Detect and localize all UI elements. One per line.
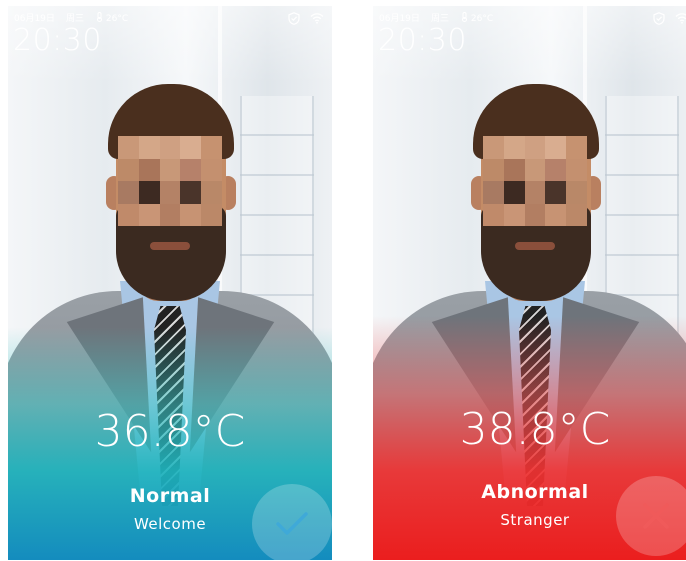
thermometer-icon xyxy=(97,12,102,22)
clock: 20:30 xyxy=(13,23,102,58)
clock: 20:30 xyxy=(378,23,467,58)
wifi-icon xyxy=(310,13,324,24)
weather-temp-label: 26°C xyxy=(105,14,129,24)
wifi-icon xyxy=(675,13,686,24)
abnormal-gradient-overlay xyxy=(373,6,686,560)
thermometer-icon xyxy=(462,12,467,22)
shield-check-icon xyxy=(288,12,300,25)
result-badge xyxy=(616,476,686,556)
close-icon xyxy=(643,503,669,529)
status-icons xyxy=(653,12,686,25)
shield-check-icon xyxy=(653,12,665,25)
normal-gradient-overlay xyxy=(8,6,332,560)
result-badge xyxy=(252,484,332,560)
screen-abnormal: 06月19日 周三 26°C 20:30 38.8°C Abnormal Str… xyxy=(373,6,686,560)
check-icon xyxy=(276,512,308,535)
body-temperature: 38.8°C xyxy=(459,404,611,455)
screen-normal: 06月19日 周三 26°C 20:30 36.8°C Normal Welco… xyxy=(8,6,332,560)
weather-temp-label: 26°C xyxy=(470,14,494,24)
status-icons xyxy=(288,12,324,25)
body-temperature: 36.8°C xyxy=(94,406,246,457)
